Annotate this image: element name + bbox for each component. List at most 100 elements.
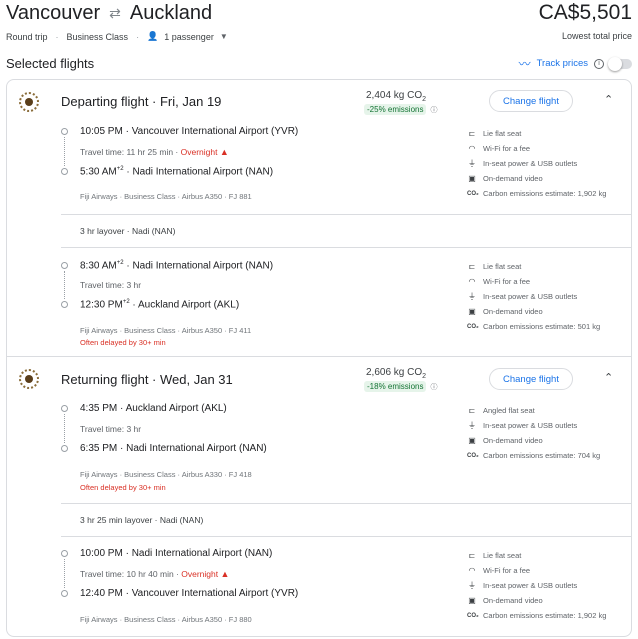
- divider: [61, 536, 631, 537]
- seat-icon: ⊏: [468, 406, 476, 415]
- amenity-power: ⏚ In-seat power & USB outlets: [467, 156, 606, 171]
- amenity-seat: ⊏ Lie flat seat: [467, 259, 600, 274]
- co2-icon: CO₂: [467, 612, 479, 619]
- route-line: [64, 271, 65, 299]
- amenities-list: ⊏ Angled flat seat ⏚ In-seat power & USB o…: [467, 403, 600, 463]
- amenity-video: ▣ On-demand video: [467, 171, 606, 186]
- track-prices-label: Track prices: [536, 58, 588, 69]
- warning-icon: ▲: [219, 147, 229, 157]
- change-flight-button[interactable]: Change flight: [489, 90, 573, 112]
- amenity-label: Lie flat seat: [483, 129, 522, 138]
- amenity-power: ⏚ In-seat power & USB outlets: [467, 418, 600, 433]
- amenity-co2: CO₂ Carbon emissions estimate: 1,902 kg: [467, 186, 606, 201]
- segment-departure: 8:30 AM+2 · Nadi International Airport (…: [80, 260, 274, 272]
- day-offset: +2: [116, 260, 124, 266]
- amenity-label: On-demand video: [483, 596, 543, 605]
- amenities-list: ⊏ Lie flat seat ◠ Wi-Fi for a fee ⏚ In-seat…: [467, 259, 600, 334]
- segment-departure: 10:05 PM · Vancouver International Airpo…: [80, 126, 299, 137]
- info-icon[interactable]: i: [594, 58, 604, 69]
- person-icon: 👤: [147, 31, 159, 41]
- amenity-co2: CO₂ Carbon emissions estimate: 501 kg: [467, 319, 600, 334]
- video-icon: ▣: [468, 436, 476, 445]
- emissions-badge: -18% emissions: [364, 381, 427, 392]
- co2-subscript: 2: [422, 96, 427, 103]
- departure-airport: Vancouver International Airport (YVR): [131, 126, 299, 137]
- arrival-time: 12:30 PM: [80, 299, 123, 311]
- flight-meta: Fiji Airways · Business Class · Airbus A…: [80, 192, 252, 201]
- plug-icon: ⏚: [468, 421, 476, 430]
- route-line: [64, 559, 65, 588]
- co2-icon: CO₂: [467, 323, 479, 330]
- segment-arrival: 12:30 PM+2 · Auckland Airport (AKL): [80, 299, 240, 311]
- departure-airport: Nadi International Airport (NAN): [132, 260, 274, 272]
- arrival-airport: Nadi International Airport (NAN): [126, 443, 267, 454]
- warning-icon: ▲: [220, 569, 230, 579]
- flight-meta: Fiji Airways · Business Class · Airbus A…: [80, 615, 252, 624]
- selected-flights-heading: Selected flights: [6, 56, 95, 71]
- amenity-label: In-seat power & USB outlets: [483, 421, 578, 430]
- departing-title: Departing flight · Fri, Jan 19: [61, 94, 222, 109]
- overnight-label: Overnight: [180, 147, 218, 157]
- amenity-label: On-demand video: [483, 307, 543, 316]
- track-prices-control[interactable]: 〰 Track prices i: [519, 55, 632, 72]
- co2-icon: CO₂: [467, 190, 479, 197]
- layover-info: 3 hr layover · Nadi (NAN): [80, 226, 176, 236]
- route-line: [64, 414, 65, 443]
- delay-warning: Often delayed by 30+ min: [80, 483, 166, 492]
- track-prices-toggle[interactable]: [608, 56, 632, 71]
- passenger-selector[interactable]: 👤 1 passenger ▼: [147, 31, 228, 42]
- arrival-dot: [61, 590, 68, 597]
- amenity-label: In-seat power & USB outlets: [483, 292, 578, 301]
- trip-header: Vancouver ⇄ Auckland CA$5,501 Round trip…: [6, 0, 632, 56]
- amenity-label: Carbon emissions estimate: 1,902 kg: [483, 189, 607, 198]
- arrival-airport: Auckland Airport (AKL): [138, 299, 240, 311]
- amenity-label: In-seat power & USB outlets: [483, 581, 578, 590]
- chevron-up-icon[interactable]: ⌃: [604, 93, 613, 106]
- wifi-icon: ◠: [468, 144, 476, 153]
- departure-dot: [61, 405, 68, 412]
- change-flight-button[interactable]: Change flight: [489, 368, 573, 390]
- departure-time: 4:35 PM: [80, 403, 118, 414]
- info-icon[interactable]: ⓘ: [430, 105, 437, 115]
- passenger-count: 1 passenger: [164, 31, 214, 42]
- returning-title: Returning flight · Wed, Jan 31: [61, 372, 233, 387]
- amenity-video: ▣ On-demand video: [467, 593, 606, 608]
- amenity-label: Angled flat seat: [483, 406, 535, 415]
- trip-type: Round trip: [6, 31, 48, 42]
- plug-icon: ⏚: [468, 159, 476, 168]
- travel-time: Travel time: 3 hr: [80, 424, 142, 434]
- chevron-up-icon[interactable]: ⌃: [604, 371, 613, 384]
- flight-meta: Fiji Airways · Business Class · Airbus A…: [80, 326, 252, 335]
- flight-meta: Fiji Airways · Business Class · Airbus A…: [80, 470, 252, 479]
- divider: [61, 214, 631, 215]
- separator-dot: ·: [136, 31, 140, 42]
- amenity-label: On-demand video: [483, 436, 543, 445]
- layover-info: 3 hr 25 min layover · Nadi (NAN): [80, 515, 204, 525]
- divider: [61, 247, 631, 248]
- info-icon[interactable]: ⓘ: [430, 382, 437, 392]
- trend-icon: 〰: [518, 57, 531, 71]
- emissions-row: -25% emissions ⓘ: [364, 104, 437, 115]
- amenity-co2: CO₂ Carbon emissions estimate: 1,902 kg: [467, 608, 606, 623]
- plug-icon: ⏚: [468, 292, 476, 301]
- arrival-time: 6:35 PM: [80, 443, 118, 454]
- origin-city: Vancouver: [6, 2, 101, 24]
- departure-dot: [61, 550, 68, 557]
- emissions-badge: -25% emissions: [364, 104, 427, 115]
- amenity-video: ▣ On-demand video: [467, 433, 600, 448]
- route-title: Vancouver ⇄ Auckland: [6, 2, 212, 25]
- day-offset: +2: [116, 166, 124, 172]
- amenity-co2: CO₂ Carbon emissions estimate: 704 kg: [467, 448, 600, 463]
- video-icon: ▣: [468, 596, 476, 605]
- route-line: [64, 137, 65, 166]
- co2-value: 2,606 kg CO: [366, 367, 423, 378]
- arrival-dot: [61, 301, 68, 308]
- separator-dot: ·: [55, 31, 59, 42]
- amenity-label: In-seat power & USB outlets: [483, 159, 578, 168]
- delay-warning: Often delayed by 30+ min: [80, 338, 166, 347]
- amenity-power: ⏚ In-seat power & USB outlets: [467, 289, 600, 304]
- plug-icon: ⏚: [468, 581, 476, 590]
- departure-dot: [61, 128, 68, 135]
- amenity-label: Carbon emissions estimate: 1,902 kg: [483, 611, 607, 620]
- segment-arrival: 6:35 PM · Nadi International Airport (NA…: [80, 443, 267, 454]
